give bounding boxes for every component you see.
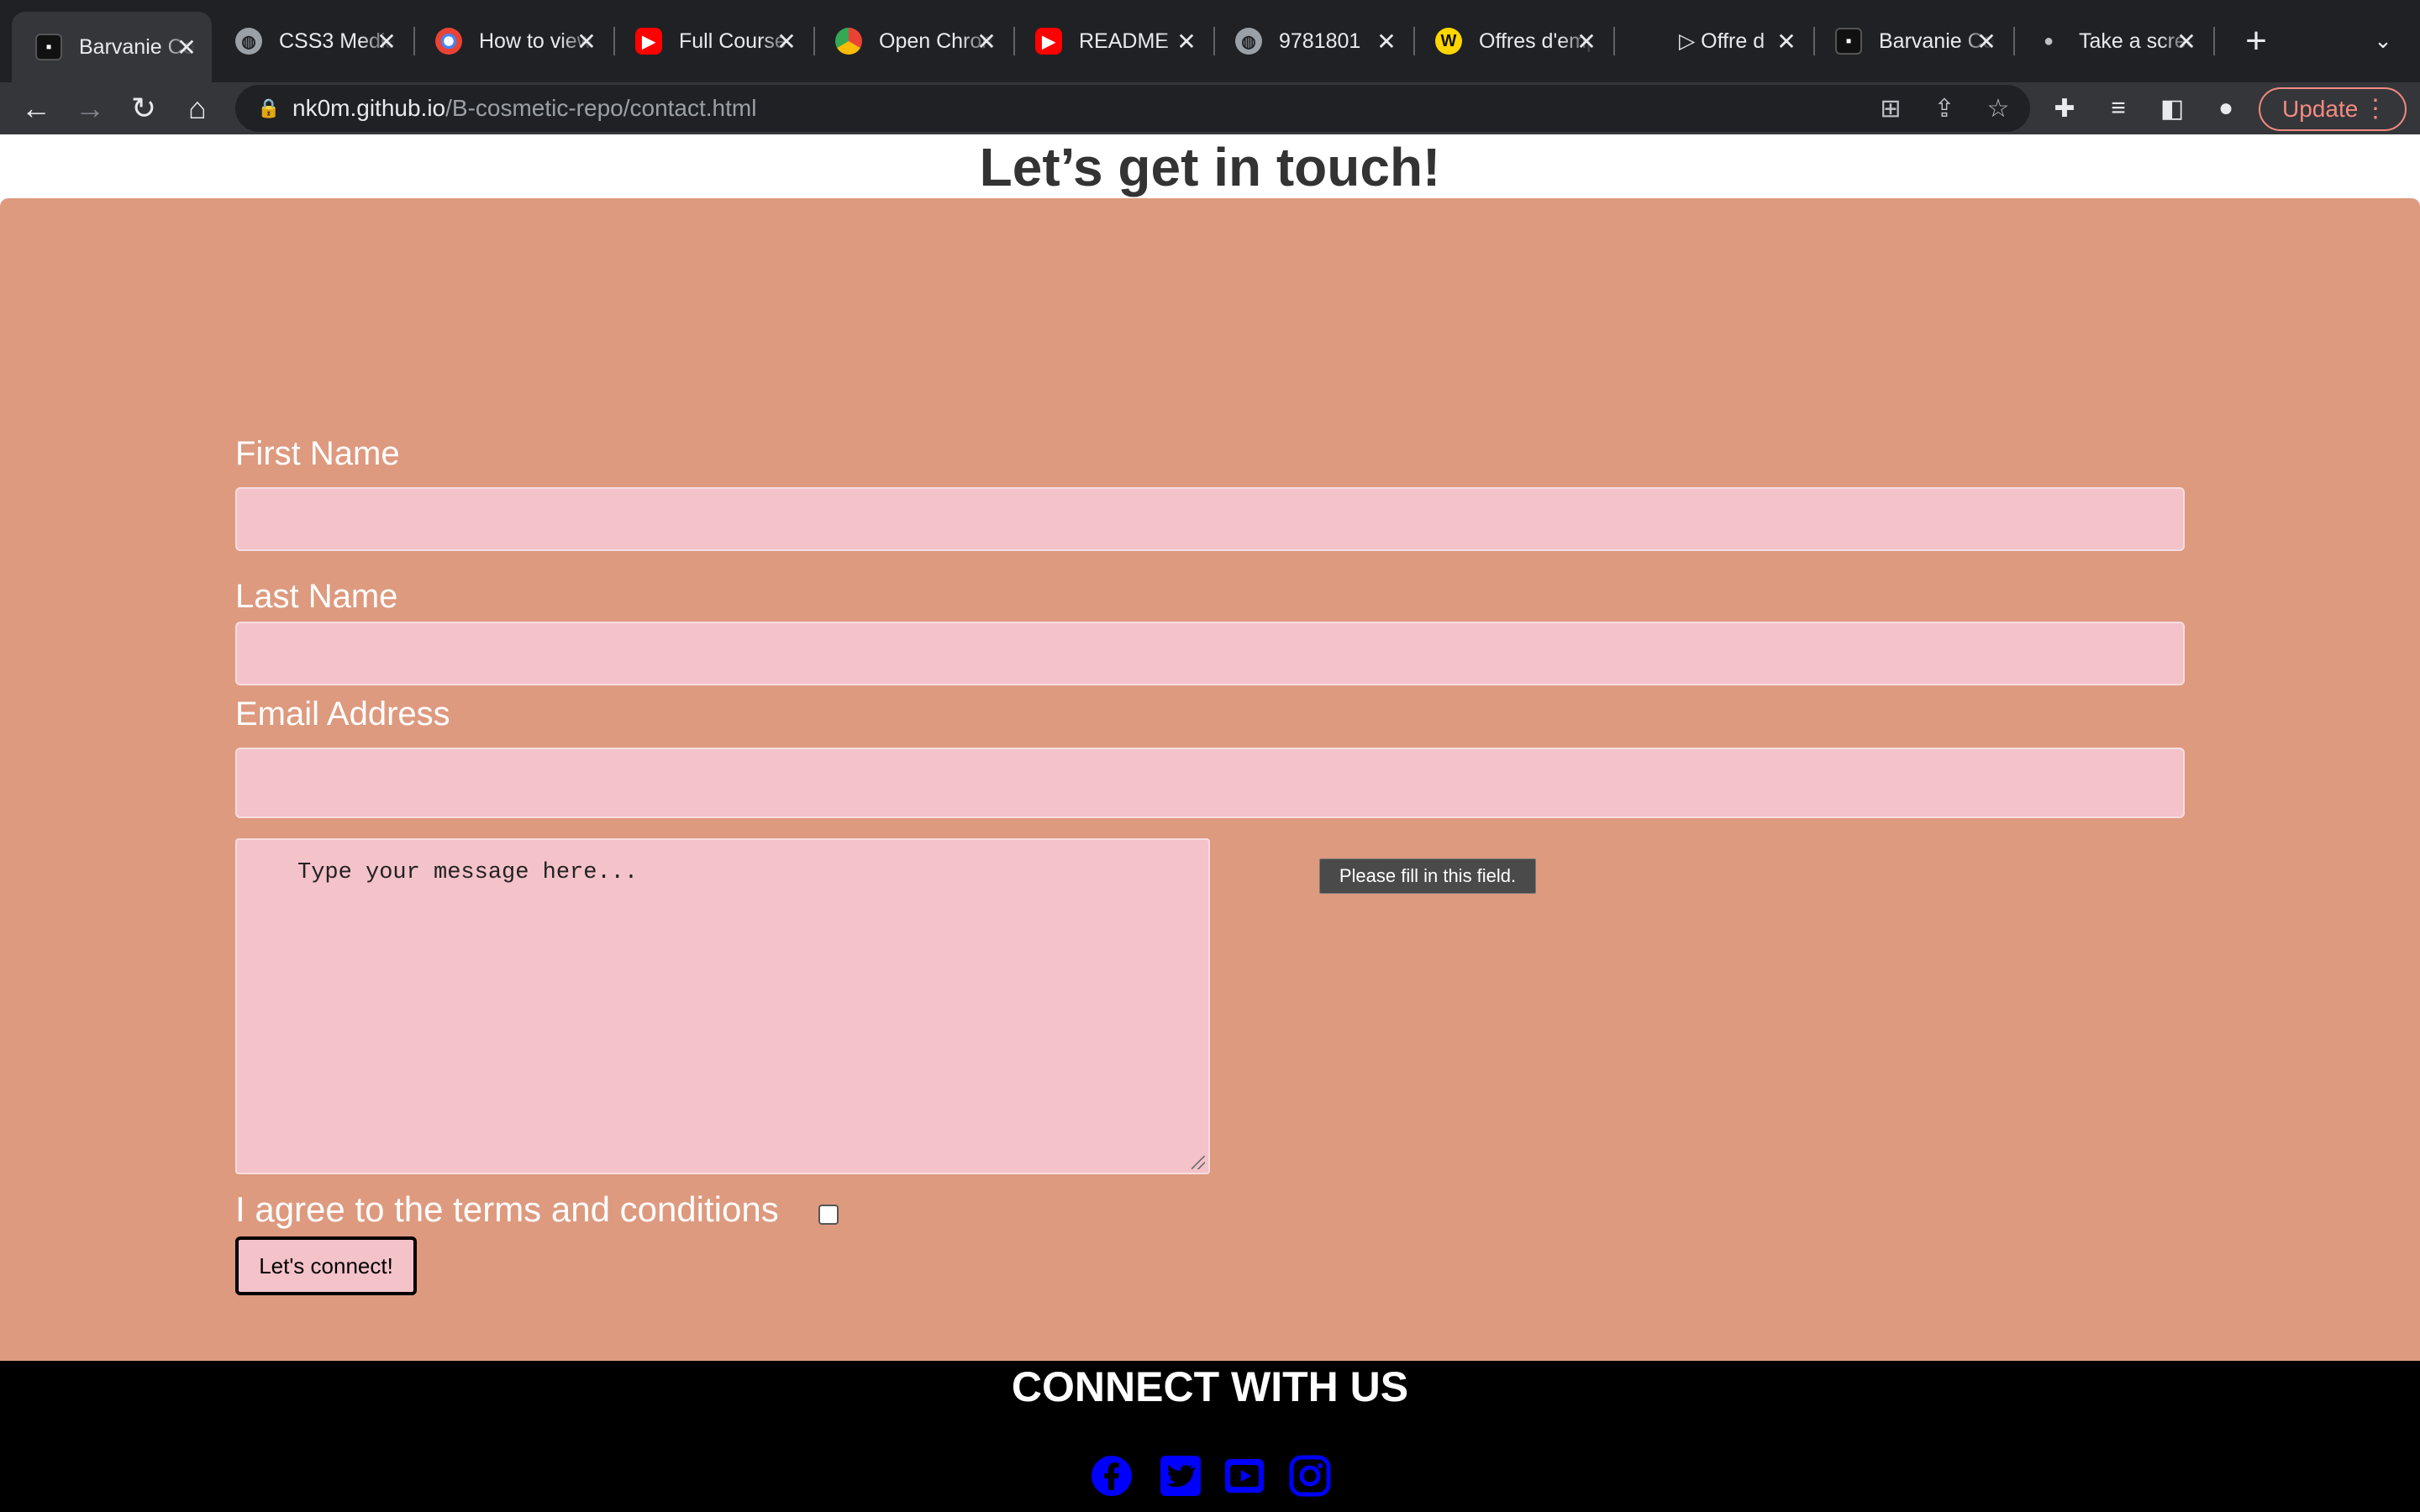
close-icon[interactable]: ✕	[373, 28, 400, 55]
tab-offre[interactable]: ▷ Offre d ✕	[1612, 10, 1812, 72]
twitter-icon[interactable]	[1160, 1455, 1202, 1497]
chrome-icon	[835, 28, 862, 55]
tab-divider	[2213, 27, 2215, 55]
tab-screenshot[interactable]: ● Take a screenshot ✕	[2012, 10, 2212, 72]
tab-open-chrome[interactable]: Open Chrome ✕	[812, 10, 1012, 72]
youtube-icon: ▶	[635, 28, 662, 55]
instagram-icon[interactable]	[1289, 1455, 1331, 1497]
side-panel-icon[interactable]: ◧	[2151, 87, 2193, 129]
email-label: Email Address	[235, 696, 450, 732]
close-icon[interactable]: ✕	[1973, 28, 2000, 55]
resize-handle-icon[interactable]	[1192, 1156, 1205, 1169]
first-name-field[interactable]	[235, 487, 2185, 551]
tab-css3[interactable]: ◍ CSS3 Media Queries ✕	[212, 10, 412, 72]
forward-arrow-icon[interactable]: →	[69, 87, 111, 129]
terms-label: I agree to the terms and conditions	[235, 1189, 779, 1229]
browser-toolbar: ← → ↻ ⌂ 🔒 nk0m.github.io/B-cosmetic-repo…	[0, 82, 2420, 134]
close-icon[interactable]: ✕	[1373, 28, 1400, 55]
address-bar[interactable]: 🔒 nk0m.github.io/B-cosmetic-repo/contact…	[235, 85, 2030, 132]
media-queue-icon[interactable]: ≡	[2097, 87, 2139, 129]
message-placeholder: Type your message here...	[297, 860, 639, 885]
profile-avatar-icon[interactable]: ●	[2205, 87, 2247, 129]
kebab-menu-icon[interactable]: ⋮	[2363, 94, 2388, 123]
barvanie-icon: ▪	[35, 34, 62, 60]
globe-icon: ◍	[1235, 28, 1262, 55]
bookmark-star-icon[interactable]: ☆	[1978, 88, 2018, 129]
page-title: Let’s get in touch!	[979, 137, 1441, 197]
tab-search-chevron-icon[interactable]: ⌄	[2368, 25, 2398, 55]
update-label: Update	[2282, 96, 2359, 122]
globe-icon: ◍	[235, 28, 262, 55]
close-icon[interactable]: ✕	[773, 28, 800, 55]
close-icon[interactable]: ✕	[573, 28, 600, 55]
tab-offres-emploi[interactable]: W Offres d'emploi ✕	[1412, 10, 1612, 72]
tab-how-to-view[interactable]: How to view ✕	[412, 10, 612, 72]
dark-circle-icon	[1635, 28, 1662, 55]
share-icon[interactable]: ⇪	[1924, 88, 1965, 129]
tab-isbn[interactable]: ◍ 9781801 ✕	[1212, 10, 1412, 72]
footer-title: CONNECT WITH US	[1011, 1363, 1409, 1410]
last-name-label: Last Name	[235, 578, 398, 615]
tab-full-course[interactable]: ▶ Full Course ✕	[612, 10, 812, 72]
url-path: /B-cosmetic-repo/contact.html	[445, 95, 757, 121]
youtube-icon: ▶	[1035, 28, 1062, 55]
last-name-field[interactable]	[235, 622, 2185, 685]
tab-readme[interactable]: ▶ README ✕	[1012, 10, 1212, 72]
lets-connect-button[interactable]: Let's connect!	[235, 1236, 417, 1295]
url-host: nk0m.github.io	[292, 95, 446, 121]
extensions-puzzle-icon[interactable]: ✚	[2044, 87, 2086, 129]
apple-icon: ●	[2043, 31, 2054, 50]
update-button[interactable]: Update ⋮	[2259, 87, 2407, 131]
lock-icon[interactable]: 🔒	[257, 97, 280, 118]
chrome-labs-icon	[435, 28, 462, 55]
close-icon[interactable]: ✕	[1573, 28, 1600, 55]
email-field[interactable]	[235, 748, 2185, 818]
tab-barvanie-2[interactable]: ▪ Barvanie Cosmetics ✕	[1812, 10, 2012, 72]
url-text[interactable]: nk0m.github.io/B-cosmetic-repo/contact.h…	[292, 95, 756, 122]
close-icon[interactable]: ✕	[173, 34, 200, 60]
welcome-icon: W	[1435, 28, 1462, 55]
close-icon[interactable]: ✕	[2173, 28, 2200, 55]
browser-tab-strip: ▪ Barvanie Cosmetics ✕ ◍ CSS3 Media Quer…	[0, 0, 2420, 82]
footer: CONNECT WITH US	[0, 1361, 2420, 1512]
contact-form: First Name Last Name Email Address Type …	[0, 198, 2420, 1361]
close-icon[interactable]: ✕	[973, 28, 1000, 55]
facebook-icon[interactable]	[1091, 1455, 1133, 1497]
close-icon[interactable]: ✕	[1773, 28, 1800, 55]
first-name-label: First Name	[235, 435, 400, 472]
new-tab-button[interactable]: +	[2235, 20, 2277, 62]
message-textarea[interactable]: Type your message here...	[235, 838, 1210, 1174]
terms-checkbox[interactable]	[818, 1205, 839, 1225]
barvanie-icon: ▪	[1835, 28, 1862, 55]
validation-tooltip: Please fill in this field.	[1319, 858, 1536, 894]
close-icon[interactable]: ✕	[1173, 28, 1200, 55]
back-arrow-icon[interactable]: ←	[15, 87, 57, 129]
youtube-icon[interactable]	[1223, 1455, 1265, 1497]
translate-icon[interactable]: ⊞	[1870, 88, 1911, 129]
tab-barvanie[interactable]: ▪ Barvanie Cosmetics ✕	[12, 12, 212, 82]
reload-icon[interactable]: ↻	[123, 87, 165, 129]
home-icon[interactable]: ⌂	[176, 87, 218, 129]
